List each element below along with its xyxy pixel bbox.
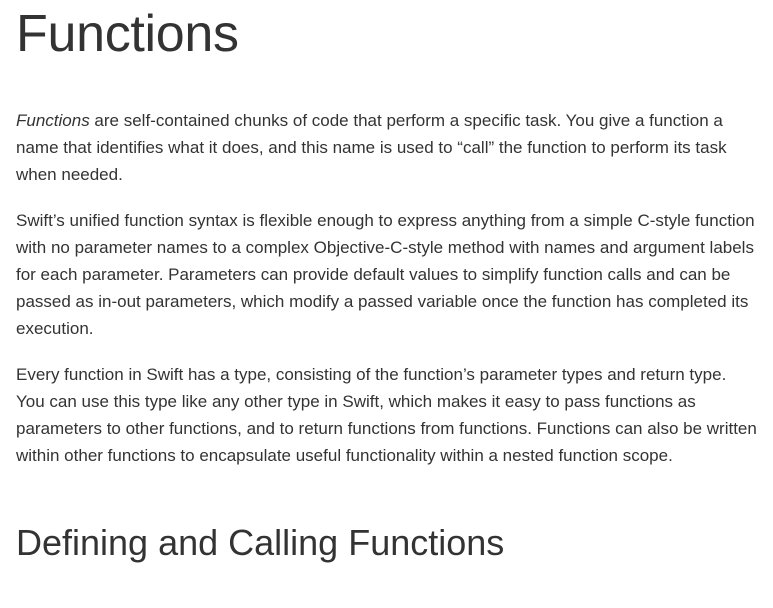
page-title: Functions — [16, 5, 239, 63]
syntax-paragraph: Swift’s unified function syntax is flexi… — [16, 211, 755, 338]
intro-text: are self-contained chunks of code that p… — [16, 111, 727, 184]
document-page: Functions Functions are self-contained c… — [0, 8, 773, 561]
section-heading: Defining and Calling Functions — [16, 522, 505, 563]
intro-paragraph: Functions are self-contained chunks of c… — [16, 107, 757, 188]
intro-term: Functions — [16, 111, 90, 130]
type-paragraph: Every function in Swift has a type, cons… — [16, 365, 757, 465]
